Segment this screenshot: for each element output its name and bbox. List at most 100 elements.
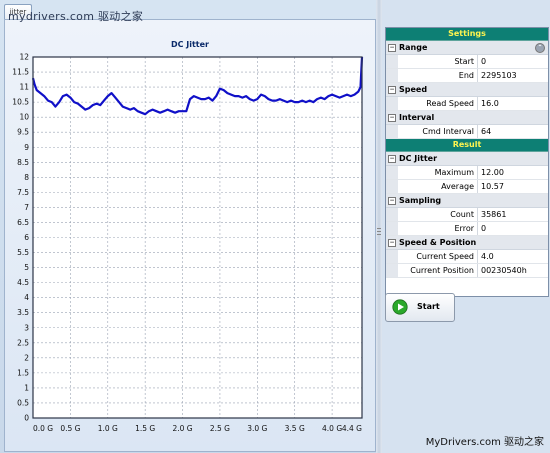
y-tick-label: 3: [24, 323, 29, 332]
y-axis-ticks: 0 0.5 1 1.5 2 2.5 3 3.5 4 4.5 5 5.5 6 6.5 7 7.5 8 8.5 9 9.5…: [12, 53, 29, 423]
average-value: 10.57: [481, 182, 504, 191]
y-tick-label: 10: [19, 113, 29, 122]
y-tick-label: 12: [19, 53, 29, 62]
splitter-grip[interactable]: [377, 234, 381, 235]
y-tick-label: 11: [19, 83, 29, 92]
x-tick-label: 4.4 G: [342, 424, 362, 433]
collapse-toggle-icon[interactable]: −: [388, 114, 396, 122]
x-tick-label: 1.0 G: [98, 424, 118, 433]
property-row-cmd-interval[interactable]: Cmd Interval 64: [386, 125, 548, 139]
x-tick-label: 4.0 G: [322, 424, 342, 433]
average-label: Average: [398, 180, 478, 193]
property-row-average[interactable]: Average 10.57: [386, 180, 548, 194]
result-header: Result: [386, 139, 548, 152]
play-icon: [392, 299, 408, 315]
end-label: End: [398, 69, 478, 82]
y-tick-label: 5: [24, 263, 29, 272]
y-tick-label: 3.5: [17, 308, 29, 317]
collapse-toggle-icon[interactable]: −: [388, 239, 396, 247]
settings-header: Settings: [386, 28, 548, 41]
watermark-top: mydrivers.com 驱动之家: [8, 10, 144, 23]
y-tick-label: 5.5: [17, 248, 29, 257]
y-tick-label: 9.5: [17, 128, 29, 137]
current-position-value: 00230540h: [481, 266, 527, 275]
y-tick-label: 7: [24, 203, 29, 212]
x-tick-label: 0.5 G: [60, 424, 80, 433]
y-tick-label: 7.5: [17, 188, 29, 197]
y-tick-label: 8.5: [17, 158, 29, 167]
x-tick-label: 0.0 G: [33, 424, 53, 433]
property-row-current-speed[interactable]: Current Speed 4.0: [386, 250, 548, 264]
x-tick-label: 1.5 G: [135, 424, 155, 433]
y-tick-label: 0.5: [17, 398, 29, 407]
property-row-error[interactable]: Error 0: [386, 222, 548, 236]
speed-position-label: Speed & Position: [399, 238, 477, 247]
start-value[interactable]: 0: [478, 55, 548, 68]
y-tick-label: 6: [24, 233, 29, 242]
category-sampling[interactable]: − Sampling: [386, 194, 548, 208]
property-row-read-speed[interactable]: Read Speed 16.0: [386, 97, 548, 111]
x-tick-label: 2.5 G: [210, 424, 230, 433]
category-speed-position[interactable]: − Speed & Position: [386, 236, 548, 250]
watermark-bottom: MyDrivers.com 驱动之家: [425, 437, 544, 448]
maximum-value: 12.00: [481, 168, 504, 177]
cmd-interval-label: Cmd Interval: [398, 125, 478, 138]
chart-panel: jitter DC Jitter 0 0.5 1 1.5 2 2.5 3 3.5 4 4.5 5 5.…: [0, 0, 376, 453]
current-position-label: Current Position: [398, 264, 478, 277]
y-tick-label: 4: [24, 293, 29, 302]
splitter-grip[interactable]: [377, 231, 381, 232]
y-tick-label: 1.5: [17, 368, 29, 377]
count-value: 35861: [481, 210, 507, 219]
x-axis-ticks: 0.0 G 0.5 G 1.0 G 1.5 G 2.0 G 2.5 G 3.0 G 3.5 G…: [33, 424, 362, 433]
dc-jitter-chart: DC Jitter 0 0.5 1 1.5 2 2.5 3 3.5 4 4.5 5 5.5 6 6.5 7 7…: [12, 40, 364, 433]
error-label: Error: [398, 222, 478, 235]
speed-label: Speed: [399, 85, 428, 94]
collapse-toggle-icon[interactable]: −: [388, 155, 396, 163]
read-speed-value[interactable]: 16.0: [478, 97, 548, 110]
dc-jitter-label: DC Jitter: [399, 154, 438, 163]
range-label: Range: [399, 43, 428, 52]
y-tick-label: 0: [24, 414, 29, 423]
property-row-current-position[interactable]: Current Position 00230540h: [386, 264, 548, 278]
property-grid: Settings − Range ⌃ Start 0 End 2295103 −…: [385, 27, 549, 297]
y-tick-label: 4.5: [17, 278, 29, 287]
collapse-toggle-icon[interactable]: −: [388, 86, 396, 94]
y-tick-label: 8: [24, 173, 29, 182]
chart-title: DC Jitter: [171, 40, 209, 49]
category-dc-jitter[interactable]: − DC Jitter: [386, 152, 548, 166]
interval-label: Interval: [399, 113, 435, 122]
property-row-end[interactable]: End 2295103: [386, 69, 548, 83]
current-speed-value: 4.0: [481, 252, 494, 261]
error-value: 0: [481, 224, 487, 233]
read-speed-label: Read Speed: [398, 97, 478, 110]
y-tick-label: 2: [24, 353, 29, 362]
y-tick-label: 6.5: [17, 218, 29, 227]
current-speed-label: Current Speed: [398, 250, 478, 263]
collapse-toggle-icon[interactable]: −: [388, 44, 396, 52]
end-value[interactable]: 2295103: [478, 69, 548, 82]
sampling-label: Sampling: [399, 196, 442, 205]
collapse-toggle-icon[interactable]: −: [388, 197, 396, 205]
category-range[interactable]: − Range ⌃: [386, 41, 548, 55]
category-interval[interactable]: − Interval: [386, 111, 548, 125]
splitter-grip[interactable]: [377, 228, 381, 229]
y-tick-label: 9: [24, 143, 29, 152]
count-label: Count: [398, 208, 478, 221]
category-speed[interactable]: − Speed: [386, 83, 548, 97]
property-row-start[interactable]: Start 0: [386, 55, 548, 69]
y-tick-label: 1: [24, 383, 29, 392]
sort-icon[interactable]: ⌃: [535, 43, 545, 53]
start-button-label: Start: [417, 302, 440, 311]
x-tick-label: 2.0 G: [172, 424, 192, 433]
start-label: Start: [398, 55, 478, 68]
y-tick-label: 2.5: [17, 338, 29, 347]
cmd-interval-value[interactable]: 64: [478, 125, 548, 138]
chart-frame: DC Jitter 0 0.5 1 1.5 2 2.5 3 3.5 4 4.5 5 5.5 6 6.5 7 7…: [4, 19, 376, 452]
start-button[interactable]: Start: [385, 293, 455, 322]
y-tick-label: 10.5: [12, 98, 29, 107]
x-tick-label: 3.5 G: [285, 424, 305, 433]
property-row-maximum[interactable]: Maximum 12.00: [386, 166, 548, 180]
maximum-label: Maximum: [398, 166, 478, 179]
property-row-count[interactable]: Count 35861: [386, 208, 548, 222]
x-tick-label: 3.0 G: [247, 424, 267, 433]
